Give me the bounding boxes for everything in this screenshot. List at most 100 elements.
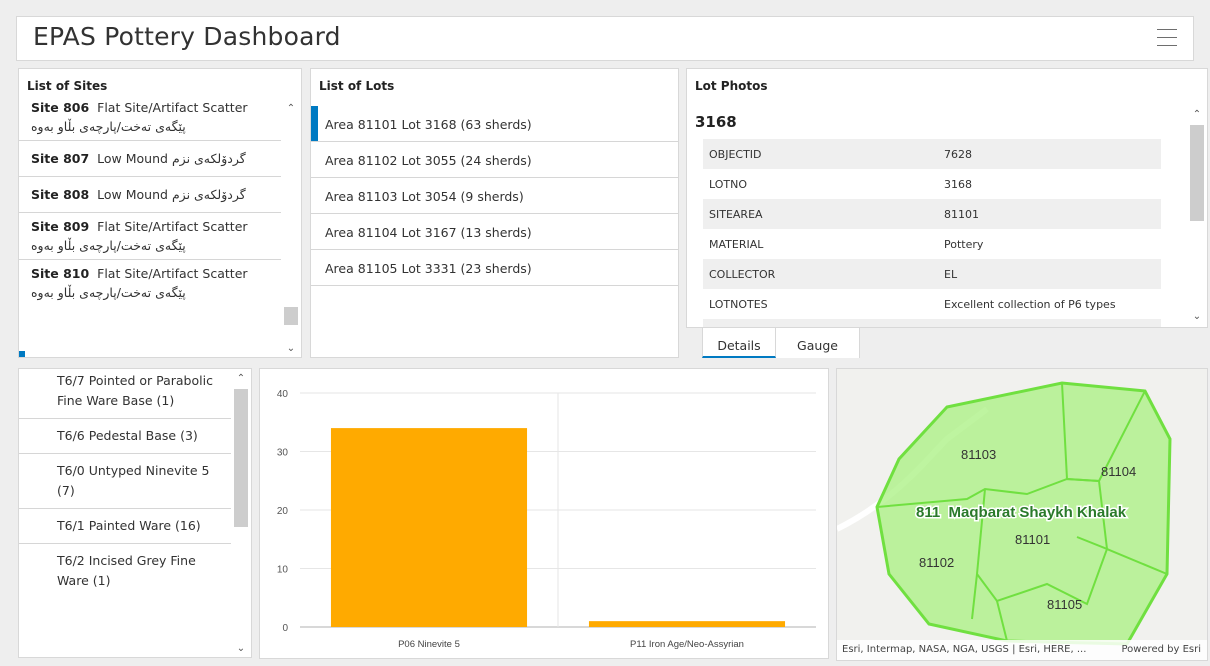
categories-panel: T6/7 Pointed or Parabolic Fine Ware Base… xyxy=(18,368,252,658)
list-item[interactable]: Site 808 Low Mound گردۆلکەی نزم xyxy=(19,177,283,213)
attribute-key: COLLECTOR xyxy=(703,259,938,289)
powered-by-link[interactable]: Powered by Esri xyxy=(1121,644,1201,655)
map-panel[interactable]: 81103 81104 81101 81102 81105 811 Maqbar… xyxy=(836,368,1208,661)
chevron-down-icon[interactable]: ⌄ xyxy=(281,341,301,357)
area-label: 81104 xyxy=(1101,464,1136,479)
list-item[interactable]: T6/7 Pointed or Parabolic Fine Ware Base… xyxy=(19,369,233,419)
site-type: Flat Site/Artifact Scatter xyxy=(97,219,248,234)
chevron-down-icon[interactable]: ⌄ xyxy=(1187,309,1207,325)
attribution-text: Esri, Intermap, NASA, NGA, USGS | Esri, … xyxy=(842,644,1087,655)
attribute-table: OBJECTID 7628 LOTNO 3168 SITEAREA 81101 MAT… xyxy=(703,139,1161,327)
lots-panel: List of Lots Area 81101 Lot 3168 (63 she… xyxy=(310,68,679,358)
site-type-local: گردۆلکەی نزم xyxy=(171,187,246,202)
attribute-value: 3168 xyxy=(944,177,972,191)
x-tick-label: P11 Iron Age/Neo-Assyrian xyxy=(630,639,744,650)
site-label: 811 Maqbarat Shaykh Khalak xyxy=(916,504,1127,521)
list-item[interactable]: Area 81105 Lot 3331 (23 sherds) xyxy=(311,250,678,286)
list-item[interactable]: Site 809 Flat Site/Artifact Scatter پێگە… xyxy=(19,213,283,260)
scrollbar-thumb[interactable] xyxy=(284,307,298,325)
site-id: Site 807 xyxy=(31,151,90,166)
list-item[interactable]: Area 81104 Lot 3167 (13 sherds) xyxy=(311,214,678,250)
site-type-local: پێگەی تەخت/پارچەی بڵاو بەوە xyxy=(31,119,186,134)
sites-panel: List of Sites Site 806 Flat Site/Artifac… xyxy=(18,68,302,358)
attribute-key: CNT xyxy=(703,319,938,327)
site-id: Site 809 xyxy=(31,219,90,234)
bar[interactable] xyxy=(330,428,528,627)
lot-label: Area 81101 Lot 3168 (63 sherds) xyxy=(325,117,532,132)
table-row: LOTNOTES Excellent collection of P6 types xyxy=(703,289,1161,319)
attribute-key: LOTNOTES xyxy=(709,297,768,311)
lot-label: Area 81105 Lot 3331 (23 sherds) xyxy=(325,261,532,276)
bar-chart: 0 10 20 30 40 P06 Ninevite 5 P11 Iron Age/Neo-… xyxy=(277,389,816,650)
lots-list: Area 81101 Lot 3168 (63 sherds) Area 811… xyxy=(311,106,678,286)
lot-photos-scrollbar[interactable]: ⌃ ⌄ xyxy=(1187,105,1207,327)
site-type-local: پێگەی تەخت/پارچەی بڵاو بەوە xyxy=(31,285,186,300)
table-row: OBJECTID 7628 xyxy=(703,139,1161,169)
list-loading-indicator xyxy=(19,351,25,357)
list-item[interactable]: T6/6 Pedestal Base (3) xyxy=(19,419,233,454)
attribute-key: SITEAREA xyxy=(703,199,938,229)
x-tick-label: P06 Ninevite 5 xyxy=(398,639,460,650)
scrollbar-thumb[interactable] xyxy=(1190,125,1204,221)
list-item-selected[interactable]: Area 81101 Lot 3168 (63 sherds) xyxy=(311,106,678,142)
chevron-up-icon[interactable]: ⌃ xyxy=(281,101,301,117)
site-type: Flat Site/Artifact Scatter xyxy=(97,100,248,115)
list-item[interactable]: Site 807 Low Mound گردۆلکەی نزم xyxy=(19,141,283,177)
chevron-up-icon[interactable]: ⌃ xyxy=(231,371,251,387)
area-label: 81105 xyxy=(1047,597,1082,612)
tab-gauge[interactable]: Gauge xyxy=(776,328,860,358)
attribute-key: MATERIAL xyxy=(709,237,764,251)
tab-details[interactable]: Details xyxy=(702,328,776,358)
lot-number-heading: 3168 xyxy=(695,113,737,131)
map-canvas[interactable]: 81103 81104 81101 81102 81105 811 Maqbar… xyxy=(837,369,1208,661)
sites-list: Site 806 Flat Site/Artifact Scatter پێگە… xyxy=(19,97,283,357)
site-type-local: پێگەی تەخت/پارچەی بڵاو بەوە xyxy=(31,238,186,253)
hamburger-icon[interactable] xyxy=(1157,29,1177,47)
site-type: Low Mound xyxy=(97,151,168,166)
categories-list: T6/7 Pointed or Parabolic Fine Ware Base… xyxy=(19,369,233,598)
selection-indicator xyxy=(311,106,318,141)
chevron-up-icon[interactable]: ⌃ xyxy=(1187,107,1207,123)
list-item[interactable]: Area 81103 Lot 3054 (9 sherds) xyxy=(311,178,678,214)
list-item[interactable]: T6/0 Untyped Ninevite 5 (7) xyxy=(19,454,233,509)
lot-photos-title: Lot Photos xyxy=(695,79,768,93)
bar-chart-panel: 0 10 20 30 40 P06 Ninevite 5 P11 Iron Age/Neo-… xyxy=(259,368,829,659)
scrollbar-thumb[interactable] xyxy=(234,389,248,527)
table-row: CNT63 xyxy=(703,319,1161,327)
list-item[interactable]: T6/2 Incised Grey Fine Ware (1) xyxy=(19,544,233,598)
attribute-value: Excellent collection of P6 types xyxy=(944,297,1116,311)
y-tick-label: 0 xyxy=(282,623,288,634)
attribute-key: OBJECTID xyxy=(703,139,938,169)
y-tick-label: 20 xyxy=(277,506,289,517)
site-id: Site 808 xyxy=(31,187,90,202)
attribute-value: EL xyxy=(938,259,1161,289)
bar[interactable] xyxy=(588,621,786,627)
y-tick-label: 40 xyxy=(277,389,289,400)
site-type: Flat Site/Artifact Scatter xyxy=(97,266,248,281)
app-header: EPAS Pottery Dashboard xyxy=(16,16,1194,61)
attribute-key: LOTNO xyxy=(709,177,748,191)
lot-label: Area 81102 Lot 3055 (24 sherds) xyxy=(325,153,532,168)
y-tick-label: 10 xyxy=(277,565,289,576)
lot-label: Area 81104 Lot 3167 (13 sherds) xyxy=(325,225,532,240)
area-label: 81101 xyxy=(1015,532,1050,547)
attribute-value: 81101 xyxy=(938,199,1161,229)
lot-photos-panel: Lot Photos 3168 OBJECTID 7628 LOTNO 3168 S… xyxy=(686,68,1208,328)
chevron-down-icon[interactable]: ⌄ xyxy=(231,641,251,657)
categories-scrollbar[interactable]: ⌃ ⌄ xyxy=(231,369,251,657)
lot-label: Area 81103 Lot 3054 (9 sherds) xyxy=(325,189,524,204)
site-id: Site 806 xyxy=(31,100,90,115)
list-item[interactable]: Site 810 Flat Site/Artifact Scatter پێگە… xyxy=(19,260,283,306)
attribute-value: Pottery xyxy=(944,237,984,251)
site-type-local: گردۆلکەی نزم xyxy=(171,151,246,166)
sites-scrollbar[interactable]: ⌃ ⌄ xyxy=(281,97,301,357)
attribute-value: 7628 xyxy=(938,139,1161,169)
list-item[interactable]: Site 806 Flat Site/Artifact Scatter پێگە… xyxy=(19,97,283,141)
sites-panel-title: List of Sites xyxy=(27,79,108,93)
list-item[interactable]: Area 81102 Lot 3055 (24 sherds) xyxy=(311,142,678,178)
site-id: Site 810 xyxy=(31,266,90,281)
table-row: SITEAREA 81101 xyxy=(703,199,1161,229)
list-item[interactable]: T6/1 Painted Ware (16) xyxy=(19,509,233,544)
page-title: EPAS Pottery Dashboard xyxy=(33,22,341,51)
area-label: 81103 xyxy=(961,447,996,462)
